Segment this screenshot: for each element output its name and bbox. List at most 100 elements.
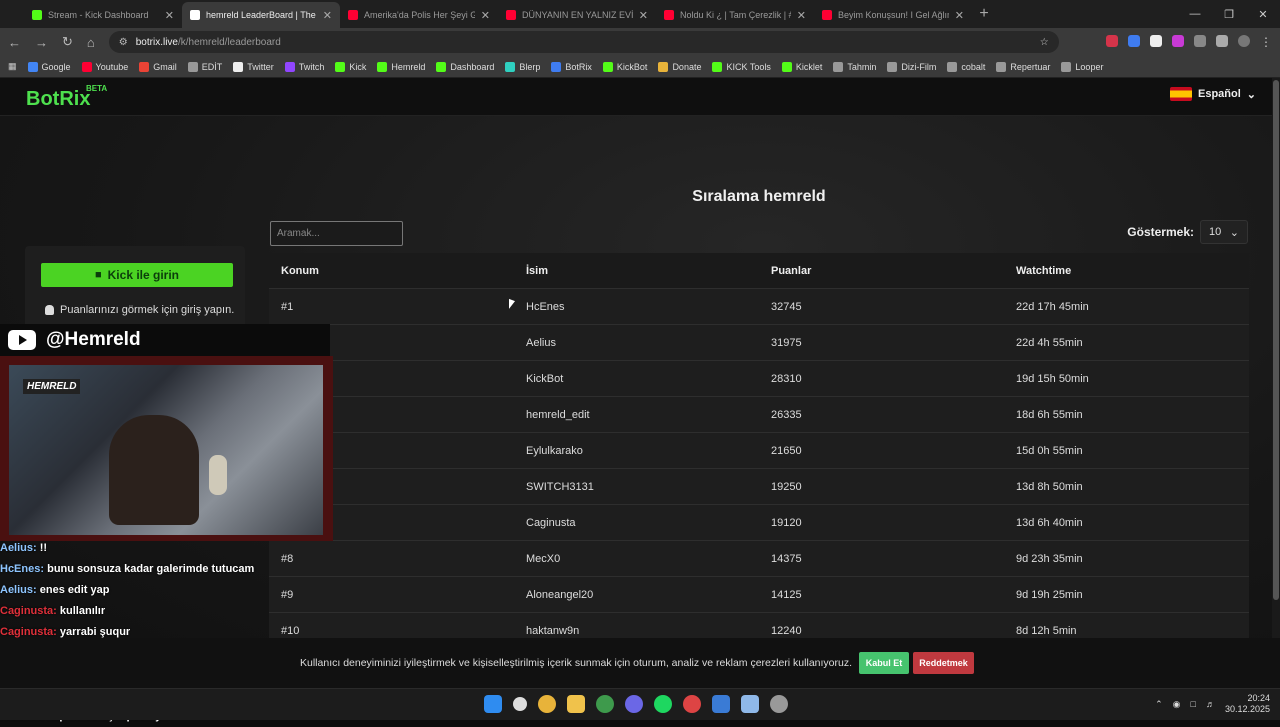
- close-tab-icon[interactable]: ✕: [955, 9, 964, 22]
- url-field[interactable]: ⚙ botrix.live/k/hemreld/leaderboard ☆: [108, 31, 1059, 53]
- browser-tab[interactable]: hemreld LeaderBoard | The best ✕: [182, 2, 340, 28]
- browser-tab[interactable]: Beyim Konuşsun! I Gel Ağlım I ✕: [814, 2, 972, 28]
- extension-icon[interactable]: [1150, 35, 1162, 47]
- bookmark-item[interactable]: Blerp: [505, 61, 540, 72]
- bookmark-item[interactable]: KICK Tools: [712, 61, 771, 72]
- bookmark-item[interactable]: Dizi-Film: [887, 61, 936, 72]
- bookmark-favicon-icon: [1061, 61, 1072, 72]
- bookmark-item[interactable]: Hemreld: [377, 61, 425, 72]
- search-input[interactable]: Aramak...: [270, 221, 403, 246]
- bookmark-favicon-icon: [947, 61, 958, 72]
- browser-tab[interactable]: Stream - Kick Dashboard ✕: [24, 2, 182, 28]
- maximize-icon[interactable]: ❐: [1212, 0, 1246, 28]
- clock-date: 30.12.2025: [1224, 704, 1270, 714]
- discord-icon[interactable]: [625, 695, 643, 713]
- bookmark-star-icon[interactable]: ☆: [1040, 37, 1049, 48]
- back-icon[interactable]: ←: [8, 35, 21, 50]
- file-explorer-icon[interactable]: [567, 695, 585, 713]
- user-icon: [45, 305, 54, 315]
- app-icon[interactable]: [770, 695, 788, 713]
- menu-dots-icon[interactable]: ⋮: [1260, 35, 1272, 49]
- bookmark-item[interactable]: Youtube: [81, 61, 128, 72]
- reload-icon[interactable]: ↻: [62, 34, 73, 50]
- clock-time: 20:24: [1247, 693, 1270, 703]
- close-tab-icon[interactable]: ✕: [481, 9, 490, 22]
- bookmark-item[interactable]: Gmail: [139, 61, 177, 72]
- close-tab-icon[interactable]: ✕: [797, 9, 806, 22]
- bookmark-item[interactable]: Kicklet: [781, 61, 823, 72]
- page-scrollbar[interactable]: [1272, 78, 1280, 638]
- botrix-logo[interactable]: BotRix: [26, 88, 90, 111]
- extension-icon[interactable]: [1172, 35, 1184, 47]
- bookmark-item[interactable]: Google: [27, 61, 71, 72]
- chat-text: enes edit yap: [39, 584, 110, 596]
- extension-icon[interactable]: [1106, 35, 1118, 47]
- clock[interactable]: 20:24 30.12.2025: [1225, 693, 1270, 715]
- minimize-icon[interactable]: —: [1178, 0, 1212, 28]
- bookmark-item[interactable]: BotRix: [551, 61, 592, 72]
- tab-favicon-icon: [822, 10, 832, 20]
- browser-tab[interactable]: Noldu Ki ¿ | Tam Çerezlik | #25 ✕: [656, 2, 814, 28]
- bookmark-item[interactable]: Repertuar: [996, 61, 1050, 72]
- bookmark-item[interactable]: Looper: [1061, 61, 1103, 72]
- forward-icon[interactable]: →: [35, 35, 48, 50]
- apps-grid-icon[interactable]: ▦: [8, 61, 17, 72]
- extensions-puzzle-icon[interactable]: [1216, 35, 1228, 47]
- browser-tab[interactable]: DÜNYANIN EN YALNIZ EVİNDE ✕: [498, 2, 656, 28]
- column-header[interactable]: Konum: [269, 265, 514, 277]
- extension-icon[interactable]: [1194, 35, 1206, 47]
- start-icon[interactable]: [484, 695, 502, 713]
- volume-icon[interactable]: ♬: [1206, 699, 1215, 709]
- close-tab-icon[interactable]: ✕: [323, 9, 332, 22]
- home-icon[interactable]: ⌂: [87, 35, 95, 50]
- search-icon[interactable]: [513, 697, 527, 711]
- site-info-icon[interactable]: ⚙: [119, 37, 128, 48]
- bookmark-item[interactable]: KickBot: [602, 61, 647, 72]
- profile-avatar[interactable]: [1238, 35, 1250, 47]
- bookmark-item[interactable]: Donate: [658, 61, 701, 72]
- app-icon[interactable]: [741, 695, 759, 713]
- table-row: Eylulkarako 21650 15d 0h 55min: [269, 433, 1249, 469]
- extension-icon[interactable]: [1128, 35, 1140, 47]
- close-tab-icon[interactable]: ✕: [165, 9, 174, 22]
- bookmark-item[interactable]: Twitch: [284, 61, 324, 72]
- bookmark-item[interactable]: EDİT: [187, 61, 222, 72]
- cell-rank: #1: [281, 300, 294, 313]
- table-row: Caginusta 19120 13d 6h 40min: [269, 505, 1249, 541]
- taskbar-apps: [484, 695, 788, 713]
- network-icon[interactable]: □: [1191, 699, 1196, 709]
- page-size-select[interactable]: 10 ⌄: [1200, 220, 1248, 244]
- kick-login-button[interactable]: ■ Kick ile girin: [41, 263, 233, 287]
- close-icon[interactable]: ✕: [1246, 0, 1280, 28]
- bookmark-label: Kicklet: [795, 61, 823, 72]
- chrome-profile-icon[interactable]: [683, 695, 701, 713]
- tab-favicon-icon: [506, 10, 516, 20]
- cookie-reject-button[interactable]: Reddetmek: [913, 652, 974, 674]
- bookmark-item[interactable]: Kick: [335, 61, 366, 72]
- bookmark-favicon-icon: [781, 61, 792, 72]
- bookmark-item[interactable]: Dashboard: [436, 61, 494, 72]
- close-tab-icon[interactable]: ✕: [639, 9, 648, 22]
- youtube-overlay: @Hemreld: [0, 324, 330, 356]
- app-icon[interactable]: [712, 695, 730, 713]
- language-selector[interactable]: Español ⌄: [1169, 87, 1256, 101]
- column-header[interactable]: İsim: [514, 265, 759, 277]
- page-size-control: Göstermek: 10 ⌄: [1127, 220, 1248, 244]
- new-tab-button[interactable]: +: [972, 2, 996, 26]
- bookmark-item[interactable]: Twitter: [233, 61, 274, 72]
- column-header[interactable]: Puanlar: [759, 265, 1004, 277]
- cell-watchtime: 9d 19h 25min: [1016, 588, 1083, 601]
- browser-tab[interactable]: Amerika'da Polis Her Şeyi Gör... ✕: [340, 2, 498, 28]
- browser-icon[interactable]: [596, 695, 614, 713]
- cookie-accept-button[interactable]: Kabul Et: [859, 652, 909, 674]
- cell-points: 31975: [771, 336, 802, 349]
- microphone-icon[interactable]: ◉: [1173, 699, 1181, 710]
- bookmark-item[interactable]: Tahmin: [833, 61, 876, 72]
- spotify-icon[interactable]: [654, 695, 672, 713]
- chrome-icon[interactable]: [538, 695, 556, 713]
- bookmark-item[interactable]: cobalt: [947, 61, 985, 72]
- column-header[interactable]: Watchtime: [1004, 265, 1249, 277]
- chevron-up-icon[interactable]: ⌃: [1155, 699, 1163, 710]
- cell-points: 14375: [771, 552, 802, 565]
- tab-favicon-icon: [32, 10, 42, 20]
